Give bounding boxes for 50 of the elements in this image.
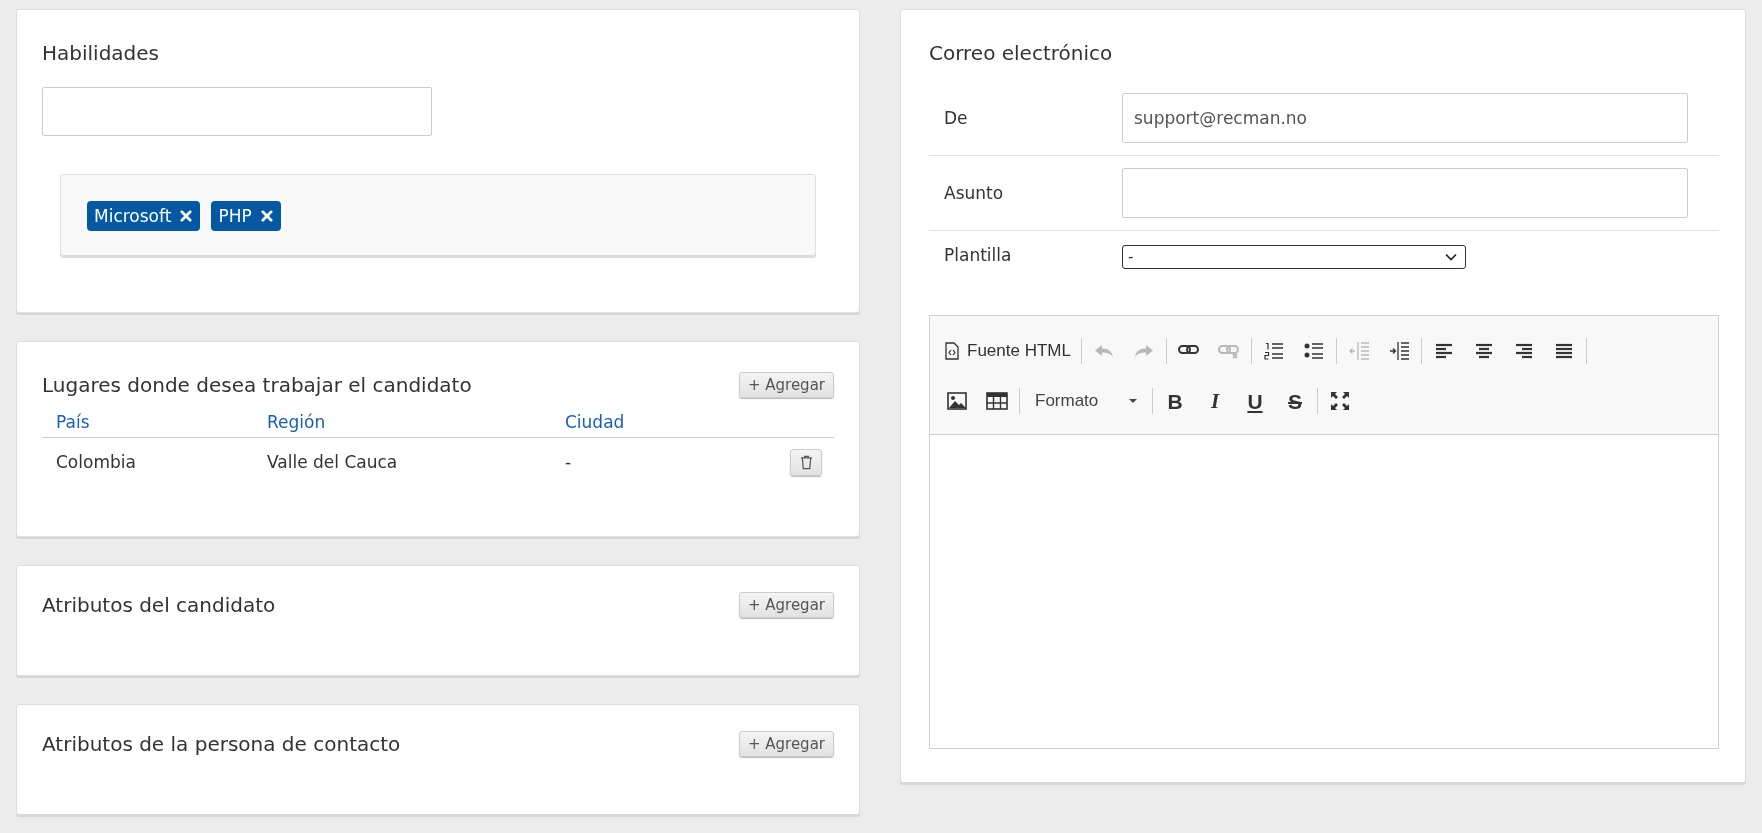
table-cell-text: - — [565, 452, 573, 472]
trash-icon — [799, 454, 813, 470]
redo-icon — [1133, 344, 1154, 358]
align-center-icon — [1474, 343, 1493, 359]
maximize-icon — [1330, 391, 1350, 411]
align-justify-icon — [1554, 343, 1573, 359]
field-label: Asunto — [943, 183, 1005, 203]
column-header[interactable]: País — [42, 412, 267, 432]
template-select[interactable]: - — [1122, 245, 1466, 269]
numbered-list-icon — [1263, 342, 1284, 360]
column-header[interactable]: Ciudad — [565, 412, 785, 432]
bold-button[interactable]: B — [1158, 384, 1192, 418]
bullet-list-icon — [1303, 342, 1324, 360]
caret-icon — [1129, 399, 1137, 403]
skill-input-field[interactable] — [42, 87, 432, 136]
align-left-icon — [1434, 343, 1453, 359]
table-icon — [986, 392, 1008, 410]
column-header[interactable]: Región — [267, 412, 565, 432]
card-title: Correo electrónico — [929, 40, 1114, 65]
format-dropdown[interactable]: Formato — [1025, 384, 1147, 418]
document-code-icon — [945, 342, 959, 360]
tag-label: PHP — [218, 206, 252, 226]
indent-icon — [1388, 342, 1409, 360]
undo-icon — [1093, 344, 1114, 358]
source-button[interactable]: Fuente HTML — [940, 334, 1076, 368]
add-button[interactable]: + Agregar — [738, 592, 834, 618]
chevron-down-icon — [1445, 253, 1457, 261]
text-input-field[interactable] — [1122, 168, 1688, 218]
card-title: Habilidades — [42, 40, 161, 65]
unlink-icon — [1217, 343, 1240, 359]
italic-button[interactable]: I — [1198, 384, 1232, 418]
add-button[interactable]: + Agregar — [738, 372, 834, 398]
field-label: Plantilla — [943, 245, 1013, 265]
strikethrough-button[interactable]: S — [1278, 384, 1312, 418]
outdent-icon — [1348, 342, 1369, 360]
align-right-icon — [1514, 343, 1533, 359]
add-button[interactable]: + Agregar — [738, 731, 834, 757]
card-title: Atributos del candidato — [42, 593, 276, 617]
card-title: Atributos de la persona de contacto — [42, 732, 401, 756]
tag-label: Microsoft — [94, 206, 172, 226]
underline-button[interactable]: U — [1238, 384, 1272, 418]
table-cell-text: Valle del Cauca — [267, 452, 399, 472]
image-icon — [947, 392, 967, 410]
field-label: De — [943, 108, 969, 128]
remove-icon[interactable] — [180, 210, 193, 222]
card-title: Lugares donde desea trabajar el candidato — [42, 373, 472, 397]
remove-icon[interactable] — [260, 210, 273, 222]
delete-button[interactable] — [790, 448, 822, 476]
table-cell-text: Colombia — [55, 452, 137, 472]
text-input-field[interactable]: support@recman.no — [1122, 93, 1688, 143]
